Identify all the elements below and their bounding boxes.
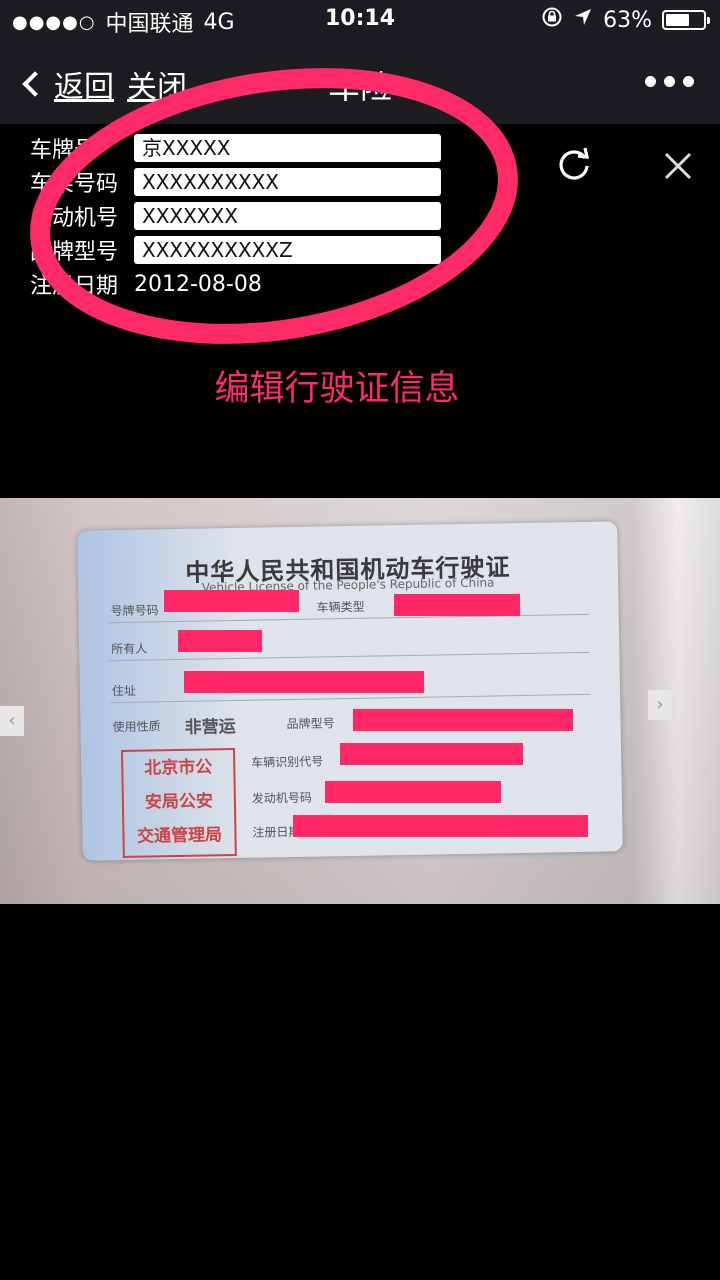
owner-label: 所有人: [111, 641, 148, 657]
engine-field-label: 发动机号码: [251, 790, 312, 806]
dismiss-button[interactable]: [660, 148, 696, 184]
battery-fill: [666, 14, 689, 26]
engine-label: 发动机号: [30, 206, 119, 231]
register-date-value: 2012-08-08: [134, 271, 262, 297]
battery-icon: [662, 10, 710, 30]
page-title: 车险: [327, 68, 392, 106]
plate-label: 车牌号: [30, 138, 97, 163]
plate-field[interactable]: 京XXXXX: [134, 134, 441, 162]
vin-field[interactable]: XXXXXXXXXX: [134, 168, 441, 196]
dot-icon: [645, 76, 656, 87]
model-field-label: 品牌型号: [286, 716, 335, 732]
refresh-icon: [559, 147, 590, 180]
engine-field[interactable]: XXXXXXX: [134, 202, 441, 230]
redaction-bar: [325, 781, 501, 803]
dot-icon: [683, 76, 694, 87]
dot-icon: [664, 76, 675, 87]
police-stamp: 北京市公 安局公安 交通管理局: [120, 748, 237, 858]
license-photo: ‹ › 中华人民共和国机动车行驶证 Vehicle License of the…: [0, 498, 720, 904]
rotation-lock-icon: [541, 6, 563, 34]
use-character-label: 使用性质: [112, 719, 161, 735]
battery-percent: 63%: [603, 7, 652, 33]
vin-field-label: 车辆识别代号: [251, 754, 324, 770]
redaction-bar: [340, 743, 523, 765]
more-menu-button[interactable]: [645, 76, 694, 87]
edit-license-link[interactable]: 编辑行驶证信息: [0, 360, 674, 411]
form-row-engine: 发动机号 XXXXXXX: [30, 201, 441, 231]
redaction-bar: [353, 709, 573, 731]
chevron-left-icon: ‹: [0, 706, 24, 736]
close-icon: [664, 152, 692, 180]
status-bar: ●●●●○ 中国联通 4G 10:14 63%: [0, 0, 720, 40]
model-label: 品牌型号: [30, 240, 119, 265]
address-label: 住址: [111, 683, 137, 699]
redaction-bar: [178, 630, 262, 652]
redaction-bar: [184, 671, 424, 693]
register-date-label: 注册日期: [30, 274, 119, 299]
status-right: 63%: [541, 6, 710, 34]
nav-bar: 返回 关闭 车险: [0, 40, 720, 124]
redaction-bar: [164, 590, 299, 612]
use-character-value: 非营运: [184, 717, 236, 738]
vehicle-type-label: 车辆类型: [316, 599, 365, 615]
vin-label: 车架号码: [30, 172, 119, 197]
form-row-vin: 车架号码 XXXXXXXXXX: [30, 167, 441, 197]
form-row-model: 品牌型号 XXXXXXXXXXZ: [30, 235, 441, 265]
model-field[interactable]: XXXXXXXXXXZ: [134, 236, 441, 264]
chevron-right-icon: ›: [648, 690, 672, 720]
location-icon: [573, 7, 593, 33]
redaction-bar: [293, 815, 588, 837]
refresh-button[interactable]: [554, 144, 594, 184]
plate-number-label: 号牌号码: [110, 603, 159, 619]
form-row-plate: 车牌号 京XXXXX: [30, 133, 441, 163]
redaction-bar: [394, 594, 520, 616]
form-row-register-date: 注册日期 2012-08-08: [30, 269, 262, 300]
